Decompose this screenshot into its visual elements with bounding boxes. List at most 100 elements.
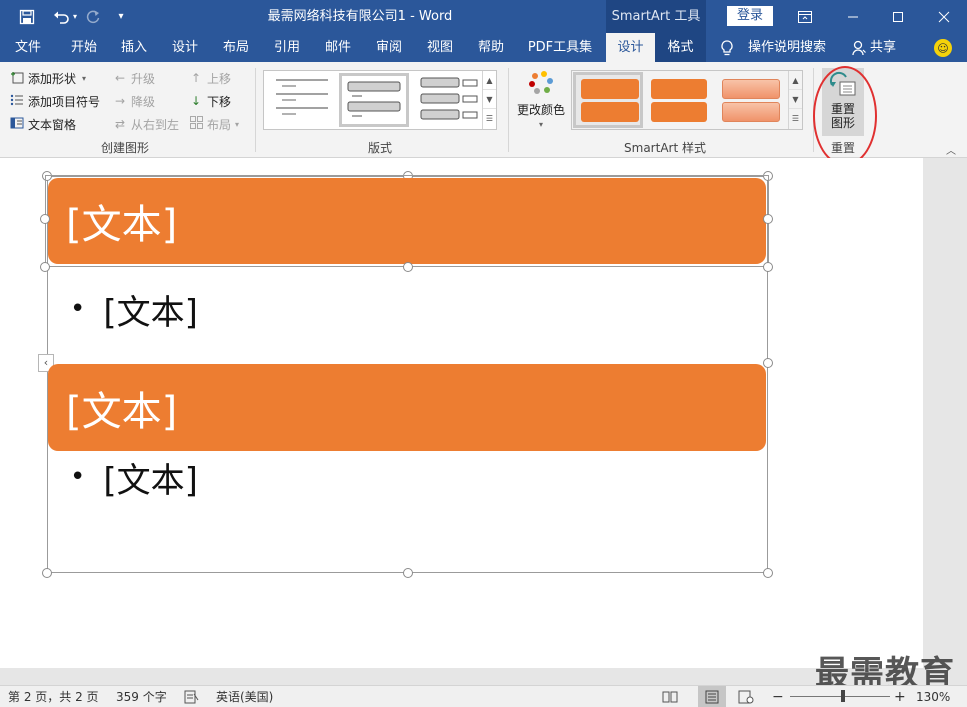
share-button[interactable]: 共享 [852, 33, 896, 62]
tab-design[interactable]: 设计 [163, 33, 207, 62]
chevron-down-icon: ▾ [235, 119, 240, 129]
add-shape-label: 添加形状 [28, 71, 77, 86]
minimize-icon[interactable] [830, 0, 876, 33]
ribbon-display-icon[interactable] [782, 0, 828, 33]
style-option-1-selected[interactable] [573, 72, 643, 128]
add-shape-button[interactable]: 添加形状 ▾ [10, 68, 86, 88]
login-button[interactable]: 登录 [727, 6, 773, 26]
person-icon [852, 40, 866, 55]
move-up-button[interactable]: ↑ 上移 [189, 68, 231, 88]
bullet-1-text: [文本] [103, 292, 198, 333]
tab-layout[interactable]: 布局 [214, 33, 258, 62]
style-option-2[interactable] [647, 72, 717, 128]
style-option-3[interactable] [718, 72, 788, 128]
bullet-icon: • [70, 462, 86, 492]
shape-handle[interactable] [40, 262, 50, 272]
layout-option-3[interactable] [414, 73, 484, 127]
maximize-icon[interactable] [875, 0, 921, 33]
shape-handle[interactable] [40, 214, 50, 224]
move-down-button[interactable]: ↓ 下移 [189, 91, 231, 111]
tab-smartart-design[interactable]: 设计 [606, 33, 655, 62]
lightbulb-icon [721, 39, 733, 55]
layouts-gallery-scroll[interactable]: ▲ ▼ ☰ [482, 71, 496, 129]
title-bar: ▾ ▾ 最需网络科技有限公司1 - Word SmartArt 工具 登录 [0, 0, 967, 33]
demote-label: 降级 [131, 94, 156, 109]
close-icon[interactable] [921, 0, 967, 33]
tab-review[interactable]: 审阅 [367, 33, 411, 62]
tab-pdf-tools[interactable]: PDF工具集 [524, 33, 596, 62]
text-pane-icon [10, 116, 24, 133]
undo-dropdown-icon[interactable]: ▾ [70, 0, 80, 33]
language-indicator[interactable]: 英语(美国) [216, 686, 273, 707]
read-mode-icon[interactable] [662, 686, 678, 707]
swap-icon: ⇄ [114, 117, 126, 131]
document-canvas[interactable]: [文本] • [文本] ‹ [文本] • [文本] [0, 158, 923, 668]
scroll-up-icon[interactable]: ▲ [789, 71, 802, 90]
add-bullet-button[interactable]: 添加项目符号 [10, 91, 100, 111]
zoom-out-icon[interactable]: − [772, 686, 784, 707]
status-bar: 第 2 页，共 2 页 359 个字 英语(美国) − + 130% [0, 685, 967, 707]
save-icon[interactable] [12, 0, 42, 33]
shape-handle[interactable] [763, 214, 773, 224]
tell-me-search[interactable]: 操作说明搜索 [720, 33, 826, 62]
styles-gallery-scroll[interactable]: ▲ ▼ ☰ [788, 71, 802, 129]
right-to-left-label: 从右到左 [131, 117, 180, 132]
tab-help[interactable]: 帮助 [469, 33, 513, 62]
scroll-up-icon[interactable]: ▲ [483, 71, 496, 90]
zoom-in-icon[interactable]: + [894, 686, 906, 707]
smartart-shape-2[interactable]: [文本] [48, 364, 766, 451]
scroll-down-icon[interactable]: ▼ [483, 90, 496, 109]
smartart-shape-1[interactable]: [文本] [48, 178, 766, 264]
resize-handle[interactable] [763, 358, 773, 368]
bullet-item-2[interactable]: • [文本] [70, 454, 198, 501]
scroll-down-icon[interactable]: ▼ [789, 90, 802, 109]
smartart-styles-gallery[interactable]: ▲ ▼ ☰ [571, 70, 803, 130]
gallery-more-icon[interactable]: ☰ [789, 109, 802, 128]
tab-insert[interactable]: 插入 [112, 33, 156, 62]
web-layout-icon[interactable] [738, 686, 754, 707]
tab-view[interactable]: 视图 [418, 33, 462, 62]
layouts-gallery[interactable]: ▲ ▼ ☰ [263, 70, 497, 130]
tab-references[interactable]: 引用 [265, 33, 309, 62]
collapse-ribbon-icon[interactable]: ︿ [946, 142, 956, 157]
create-graphic-group-label: 创建图形 [100, 141, 149, 155]
proofing-icon[interactable] [184, 686, 200, 707]
feedback-smiley-icon[interactable]: ☺ [934, 39, 952, 57]
resize-handle[interactable] [403, 568, 413, 578]
word-count[interactable]: 359 个字 [116, 686, 167, 707]
style-swatch [722, 79, 780, 99]
zoom-level[interactable]: 130% [916, 686, 950, 707]
vertical-scrollbar[interactable] [923, 158, 967, 685]
customize-qa-icon[interactable]: ▾ [112, 0, 130, 33]
promote-button[interactable]: ← 升级 [113, 68, 155, 88]
print-layout-icon[interactable] [698, 686, 726, 707]
layout-button[interactable]: 布局 ▾ [189, 114, 239, 134]
redo-icon[interactable] [82, 0, 104, 33]
change-colors-button[interactable]: 更改颜色 ▾ [516, 70, 566, 132]
tab-home[interactable]: 开始 [62, 33, 106, 62]
page-count[interactable]: 第 2 页，共 2 页 [8, 686, 99, 707]
resize-handle[interactable] [42, 568, 52, 578]
demote-button[interactable]: → 降级 [113, 91, 155, 111]
style-swatch [651, 79, 707, 99]
shape-handle[interactable] [403, 262, 413, 272]
bullet-item-1[interactable]: • [文本] [70, 286, 198, 333]
change-colors-label: 更改颜色 [516, 103, 565, 117]
tab-mailings[interactable]: 邮件 [316, 33, 360, 62]
move-down-label: 下移 [207, 94, 232, 109]
layout-option-1[interactable] [267, 73, 337, 127]
right-to-left-button[interactable]: ⇄ 从右到左 [113, 114, 179, 134]
add-bullet-label: 添加项目符号 [28, 94, 101, 109]
style-swatch [722, 102, 780, 122]
layout-option-2-selected[interactable] [339, 73, 409, 127]
shape-handle[interactable] [763, 262, 773, 272]
tab-file[interactable]: 文件 [6, 33, 50, 62]
zoom-slider[interactable] [790, 686, 890, 707]
resize-handle[interactable] [763, 568, 773, 578]
tab-smartart-format[interactable]: 格式 [655, 33, 706, 62]
gallery-more-icon[interactable]: ☰ [483, 109, 496, 128]
horizontal-scrollbar[interactable] [0, 668, 923, 685]
text-pane-button[interactable]: 文本窗格 [10, 114, 76, 134]
zoom-thumb[interactable] [841, 690, 845, 702]
document-title: 最需网络科技有限公司1 - Word [267, 9, 453, 24]
